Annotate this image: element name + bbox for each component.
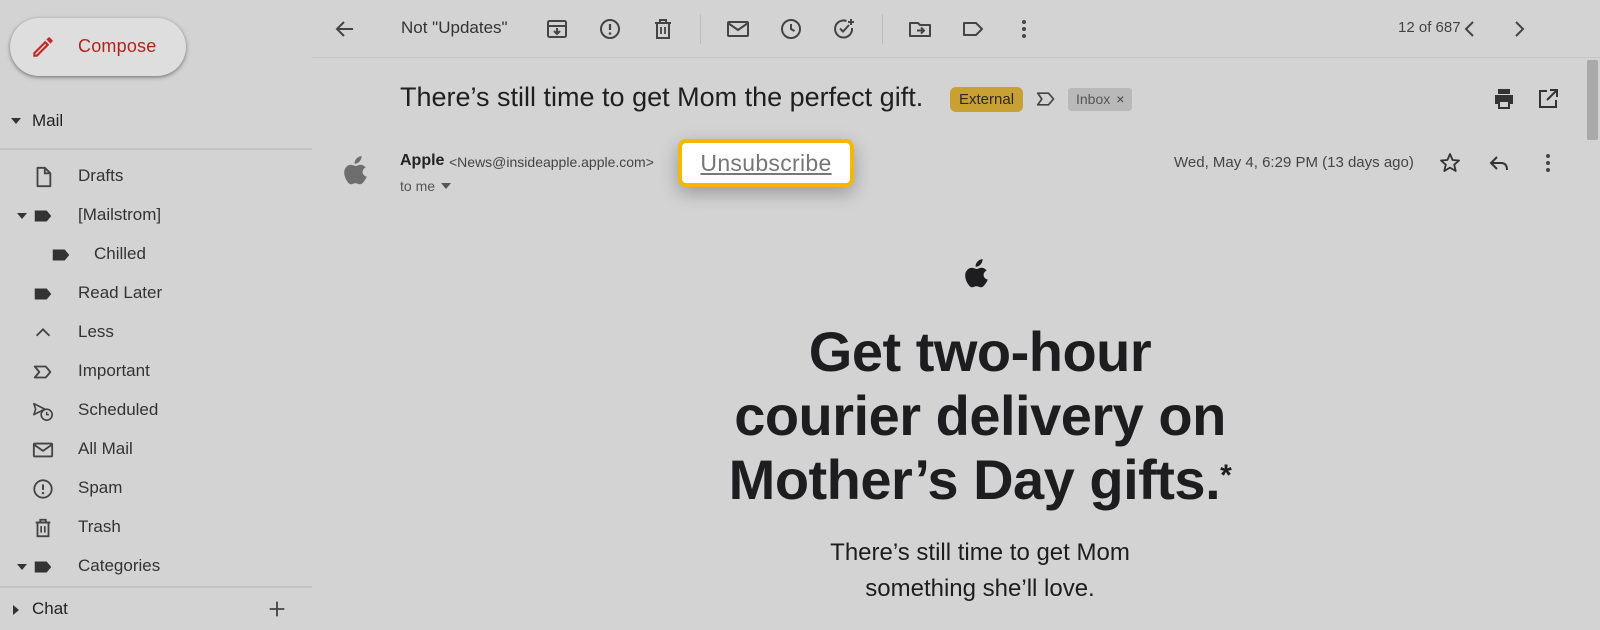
sidebar-item-label: Less bbox=[78, 322, 114, 341]
delete-icon[interactable] bbox=[651, 17, 675, 41]
label-icon bbox=[32, 205, 54, 227]
sidebar-item-label: Spam bbox=[78, 478, 123, 497]
sidebar-item-chilled[interactable]: Chilled bbox=[0, 236, 312, 272]
pencil-icon bbox=[30, 34, 56, 60]
headline-line: courier delivery on bbox=[734, 384, 1226, 447]
caret-down-icon[interactable] bbox=[17, 212, 27, 220]
label-icon bbox=[32, 283, 54, 305]
sidebar-item-label: All Mail bbox=[78, 439, 133, 458]
move-to-icon[interactable] bbox=[908, 17, 932, 41]
message-date: Wed, May 4, 6:29 PM (13 days ago) bbox=[1174, 154, 1414, 171]
footnote-mark: * bbox=[1220, 459, 1232, 492]
caret-down-icon[interactable] bbox=[17, 563, 27, 571]
chevron-up-icon bbox=[32, 322, 54, 344]
sender-email: <News@insideapple.apple.com> bbox=[449, 154, 654, 170]
caret-right-icon bbox=[12, 604, 20, 616]
scrollbar-track[interactable] bbox=[1584, 58, 1600, 630]
mail-icon bbox=[32, 439, 54, 461]
print-icon[interactable] bbox=[1492, 87, 1516, 111]
caret-down-icon bbox=[441, 182, 452, 190]
sidebar-item-label: Chilled bbox=[94, 244, 146, 263]
sidebar-item-label: Drafts bbox=[78, 166, 124, 185]
label-icon bbox=[32, 556, 54, 578]
snooze-icon[interactable] bbox=[779, 17, 803, 41]
star-icon[interactable] bbox=[1438, 151, 1462, 175]
open-new-window-icon[interactable] bbox=[1536, 87, 1560, 111]
headline-line-last: Mother’s Day gifts.* bbox=[690, 448, 1270, 512]
report-spam-icon[interactable] bbox=[598, 17, 622, 41]
toolbar-separator bbox=[700, 14, 701, 44]
compose-label: Compose bbox=[78, 36, 157, 56]
sidebar-item-read-later[interactable]: Read Later bbox=[0, 275, 312, 311]
mail-section-toggle[interactable]: Mail bbox=[0, 106, 312, 136]
archive-icon[interactable] bbox=[545, 17, 569, 41]
message-subject: There’s still time to get Mom the perfec… bbox=[400, 82, 924, 112]
sidebar-divider bbox=[0, 586, 312, 588]
caret-down-icon bbox=[10, 116, 22, 126]
draft-icon bbox=[32, 166, 54, 188]
spam-icon bbox=[32, 478, 54, 500]
scrollbar-thumb[interactable] bbox=[1587, 60, 1598, 140]
chat-section[interactable]: Chat bbox=[0, 595, 312, 625]
important-marker-icon[interactable] bbox=[1036, 90, 1056, 108]
remove-label-button[interactable]: × bbox=[1116, 88, 1124, 111]
mail-section-label: Mail bbox=[32, 111, 64, 130]
chat-section-label: Chat bbox=[32, 599, 68, 618]
sidebar-item-spam[interactable]: Spam bbox=[0, 470, 312, 506]
sidebar-item-trash[interactable]: Trash bbox=[0, 509, 312, 545]
unsubscribe-link[interactable]: Unsubscribe bbox=[678, 139, 854, 187]
scheduled-icon bbox=[32, 400, 54, 422]
back-arrow-icon[interactable] bbox=[333, 17, 357, 41]
plus-icon[interactable] bbox=[266, 598, 288, 620]
label-icon bbox=[50, 244, 72, 266]
sender-name: Apple bbox=[400, 152, 445, 169]
inbox-label-text: Inbox bbox=[1076, 91, 1111, 107]
sidebar-item-label: Trash bbox=[78, 517, 121, 536]
more-vert-icon[interactable] bbox=[1012, 17, 1036, 41]
sidebar-item-mailstrom[interactable]: [Mailstrom] bbox=[0, 197, 312, 233]
sidebar-item-label: [Mailstrom] bbox=[78, 205, 162, 224]
sidebar-item-categories[interactable]: Categories bbox=[0, 548, 312, 584]
headline-line: Mother’s Day gifts. bbox=[728, 448, 1221, 511]
apple-logo-icon bbox=[342, 154, 370, 186]
external-badge: External bbox=[950, 87, 1024, 112]
back-context-label[interactable]: Not "Updates" bbox=[401, 18, 508, 38]
toolbar-separator bbox=[882, 14, 883, 44]
chevron-left-icon[interactable] bbox=[1458, 17, 1482, 41]
recipient-details-toggle[interactable]: to me bbox=[400, 178, 452, 194]
message-toolbar: Not "Updates" 12 of 687 bbox=[312, 0, 1600, 58]
chevron-right-icon[interactable] bbox=[1507, 17, 1531, 41]
sidebar-item-important[interactable]: Important bbox=[0, 353, 312, 389]
apple-logo-icon bbox=[963, 256, 991, 290]
unsubscribe-label: Unsubscribe bbox=[700, 149, 832, 176]
subline-line: something she’ll love. bbox=[865, 575, 1095, 602]
subline-line: There’s still time to get Mom bbox=[830, 539, 1130, 566]
sidebar-item-all-mail[interactable]: All Mail bbox=[0, 431, 312, 467]
sidebar-item-label: Scheduled bbox=[78, 400, 159, 419]
add-task-icon[interactable] bbox=[832, 17, 856, 41]
sidebar-item-less[interactable]: Less bbox=[0, 314, 312, 350]
sidebar-item-label: Important bbox=[78, 361, 150, 380]
important-icon bbox=[32, 361, 54, 383]
sidebar: Compose Mail Drafts [Mailstrom] Chilled bbox=[0, 0, 312, 630]
sidebar-item-scheduled[interactable]: Scheduled bbox=[0, 392, 312, 428]
more-vert-icon[interactable] bbox=[1536, 151, 1560, 175]
headline-line: Get two-hour bbox=[808, 320, 1152, 383]
recipient-label: to me bbox=[400, 178, 436, 194]
reply-icon[interactable] bbox=[1487, 151, 1511, 175]
sidebar-item-drafts[interactable]: Drafts bbox=[0, 158, 312, 194]
mark-unread-icon[interactable] bbox=[726, 17, 750, 41]
sidebar-item-label: Read Later bbox=[78, 283, 163, 302]
pager-count: 12 of 687 bbox=[1398, 19, 1461, 36]
email-headline: Get two-hour courier delivery on Mother’… bbox=[690, 320, 1270, 512]
email-subline: There’s still time to get Mom something … bbox=[740, 535, 1220, 607]
compose-button[interactable]: Compose bbox=[10, 18, 186, 76]
label-as-icon[interactable] bbox=[961, 17, 985, 41]
trash-icon bbox=[32, 517, 54, 539]
sidebar-item-label: Categories bbox=[78, 556, 161, 575]
inbox-label-chip: Inbox × bbox=[1068, 88, 1133, 111]
sidebar-divider bbox=[0, 148, 312, 150]
